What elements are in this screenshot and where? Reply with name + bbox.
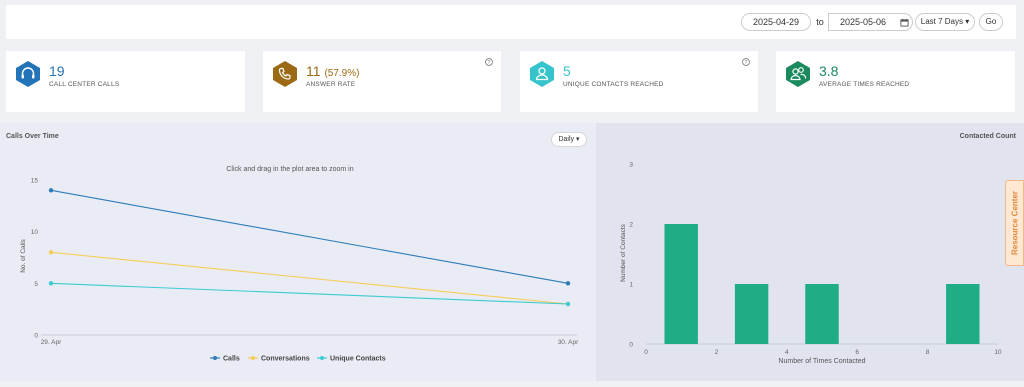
stat-card-unique-contacts: 5 UNIQUE CONTACTS REACHED ? — [520, 51, 758, 112]
user-icon — [530, 61, 554, 87]
bar[interactable] — [805, 284, 839, 344]
headset-icon — [16, 61, 40, 87]
y-axis-label: Number of Contacts — [620, 223, 627, 282]
data-point[interactable] — [48, 281, 54, 286]
stat-label: AVERAGE TIMES REACHED — [819, 81, 910, 88]
resource-center-tab[interactable]: Resource Center — [1005, 180, 1024, 266]
x-tick-label: 10 — [994, 349, 1002, 356]
x-axis-label: Number of Times Contacted — [778, 358, 865, 365]
y-tick-label: 3 — [629, 162, 633, 169]
y-tick-label: 5 — [34, 281, 38, 288]
contacted-bar-chart[interactable]: Number of Contacts Number of Times Conta… — [596, 123, 1024, 381]
date-from-input[interactable]: 2025-04-29 — [741, 13, 811, 31]
y-tick-label: 1 — [629, 282, 633, 289]
y-tick-label: 15 — [31, 178, 39, 185]
x-tick-label: 6 — [855, 349, 859, 356]
series-line — [50, 282, 569, 305]
legend-item[interactable]: Unique Contacts — [317, 356, 386, 363]
x-tick-label: 29. Apr — [41, 339, 62, 346]
stat-card-average-times: 3.8 AVERAGE TIMES REACHED — [776, 51, 1015, 112]
x-tick-label: 8 — [926, 349, 930, 356]
x-tick-label: 2 — [715, 349, 719, 356]
legend-item[interactable]: Conversations — [248, 356, 310, 363]
bar[interactable] — [946, 284, 980, 344]
calendar-icon[interactable] — [897, 13, 913, 31]
chart-subtitle: Click and drag in the plot area to zoom … — [226, 166, 353, 173]
data-point[interactable] — [48, 250, 54, 255]
y-axis-label: No. of Calls — [20, 238, 27, 272]
resource-center-label: Resource Center — [1010, 190, 1019, 256]
stat-card-answer-rate: 11 (57.9%) ANSWER RATE ? — [263, 51, 501, 112]
legend-marker — [320, 356, 324, 360]
help-icon[interactable]: ? — [485, 58, 493, 66]
to-label: to — [816, 17, 824, 27]
data-point[interactable] — [48, 188, 54, 193]
users-icon — [786, 61, 810, 87]
svg-text:?: ? — [745, 60, 748, 66]
legend-item[interactable]: Calls — [210, 356, 240, 363]
svg-text:?: ? — [488, 60, 491, 66]
y-tick-label: 10 — [31, 229, 39, 236]
series-line — [50, 251, 569, 305]
legend-marker — [251, 356, 255, 360]
bar[interactable] — [734, 284, 769, 344]
data-point[interactable] — [565, 301, 571, 307]
stat-value: 5 — [563, 63, 571, 79]
help-icon[interactable]: ? — [742, 58, 750, 66]
go-button[interactable]: Go — [979, 13, 1003, 31]
stat-value: 3.8 — [819, 63, 839, 79]
date-range-dropdown[interactable]: Last 7 Days ▾ — [915, 13, 975, 31]
legend-marker — [213, 356, 217, 360]
legend-label: Unique Contacts — [330, 356, 386, 363]
contacted-count-panel: Contacted Count Number of Contacts Numbe… — [596, 123, 1024, 381]
data-point[interactable] — [565, 281, 571, 286]
y-tick-label: 0 — [629, 342, 633, 349]
date-filter-bar: 2025-04-29 to 2025-05-06 Last 7 Days ▾ G… — [6, 5, 1016, 39]
legend-label: Conversations — [261, 356, 310, 363]
date-to-input[interactable]: 2025-05-06 — [828, 13, 898, 31]
x-tick-label: 4 — [785, 349, 789, 356]
x-tick-label: 30. Apr — [558, 339, 579, 346]
stat-label: ANSWER RATE — [306, 81, 356, 88]
phone-icon — [273, 61, 297, 87]
stat-value: 11 (57.9%) — [306, 63, 360, 79]
stat-label: UNIQUE CONTACTS REACHED — [563, 81, 664, 88]
y-tick-label: 0 — [34, 333, 38, 340]
legend-label: Calls — [223, 356, 240, 363]
stat-label: CALL CENTER CALLS — [49, 81, 120, 88]
x-tick-label: 0 — [644, 349, 648, 356]
calls-line-chart[interactable]: Click and drag in the plot area to zoom … — [0, 123, 596, 381]
stat-card-calls: 19 CALL CENTER CALLS — [6, 51, 245, 112]
bar[interactable] — [664, 224, 698, 344]
y-tick-label: 2 — [629, 222, 633, 229]
series-line — [50, 189, 569, 284]
stat-value: 19 — [49, 63, 65, 79]
calls-over-time-panel: Calls Over Time Daily ▾ Click and drag i… — [0, 123, 596, 381]
